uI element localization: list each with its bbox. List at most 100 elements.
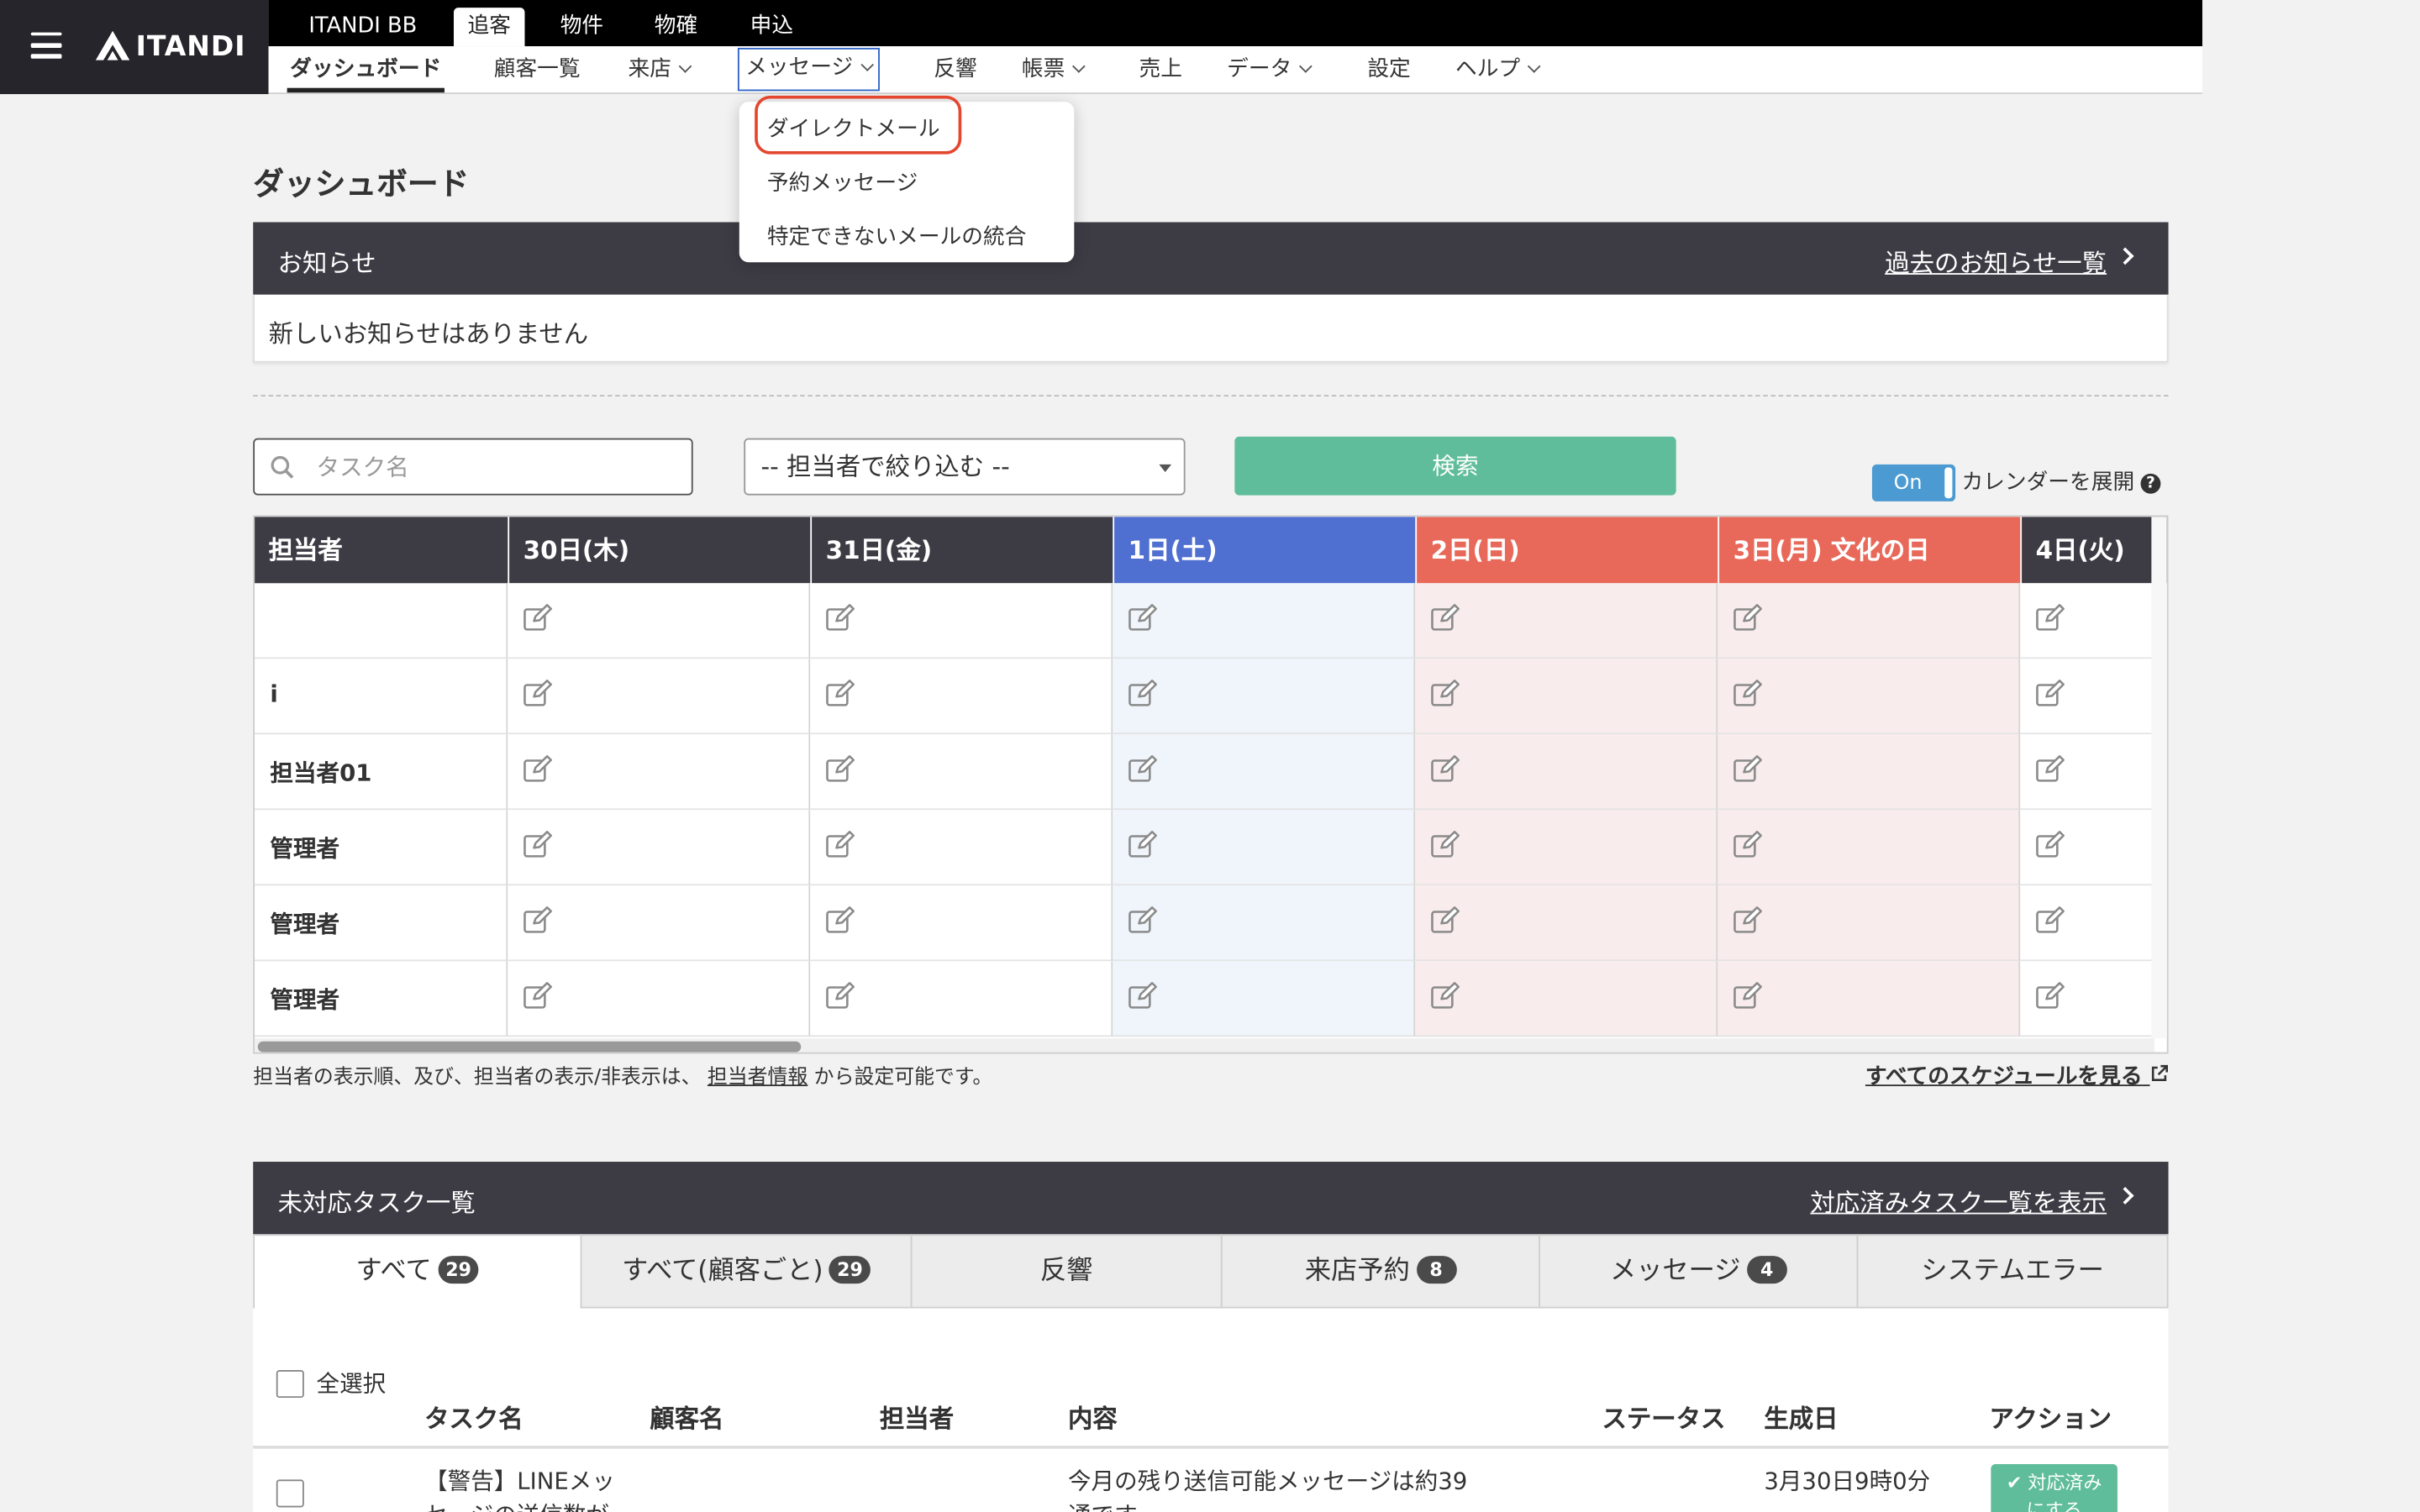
tab-moushikomi[interactable]: 申込 bbox=[736, 8, 807, 46]
select-all-checkbox[interactable] bbox=[276, 1369, 304, 1399]
edit-icon[interactable] bbox=[826, 981, 857, 1015]
edit-icon[interactable] bbox=[1128, 906, 1160, 939]
calendar-cell bbox=[1415, 583, 1718, 659]
edit-icon[interactable] bbox=[1128, 603, 1160, 637]
edit-icon[interactable] bbox=[1431, 981, 1462, 1015]
help-icon[interactable]: ? bbox=[2140, 473, 2161, 494]
chevron-down-icon bbox=[860, 58, 874, 71]
calendar-day-header: 31日(金) bbox=[812, 517, 1113, 584]
nav-help[interactable]: ヘルプ bbox=[1452, 46, 1542, 92]
edit-icon[interactable] bbox=[523, 906, 555, 939]
edit-icon[interactable] bbox=[1128, 754, 1160, 788]
edit-icon[interactable] bbox=[1431, 906, 1462, 939]
nav-response[interactable]: 反響 bbox=[931, 46, 981, 92]
tab-bukken[interactable]: 物件 bbox=[546, 8, 617, 46]
task-name-cell[interactable]: 【警告】LINEメッ セージの送信数が bbox=[424, 1464, 615, 1512]
assignee-select[interactable]: -- 担当者で絞り込む -- bbox=[744, 438, 1186, 496]
edit-icon[interactable] bbox=[1128, 830, 1160, 864]
edit-icon[interactable] bbox=[2036, 754, 2067, 788]
hamburger-menu-icon[interactable] bbox=[30, 32, 62, 59]
edit-icon[interactable] bbox=[1733, 830, 1765, 864]
tab-message[interactable]: メッセージ 4 bbox=[1539, 1234, 1859, 1309]
menu-item-scheduled-message[interactable]: 予約メッセージ bbox=[767, 166, 918, 197]
caret-down-icon bbox=[1159, 464, 1172, 473]
edit-icon[interactable] bbox=[1431, 754, 1462, 788]
edit-icon[interactable] bbox=[1128, 679, 1160, 712]
edit-icon[interactable] bbox=[523, 981, 555, 1015]
calendar-cell bbox=[1415, 885, 1718, 962]
calendar-cell bbox=[2020, 961, 2167, 1037]
calendar-cell bbox=[508, 659, 811, 735]
calendar-cell bbox=[508, 961, 811, 1037]
calendar-expand-label: カレンダーを展開? bbox=[1961, 466, 2161, 497]
menu-item-merge-unidentified-mail[interactable]: 特定できないメールの統合 bbox=[767, 221, 1027, 252]
edit-icon[interactable] bbox=[523, 603, 555, 637]
tab-visit-reservation[interactable]: 来店予約 8 bbox=[1220, 1234, 1541, 1309]
app-root: ITANDI ITANDI BB 追客 物件 物確 申込 ダッシュボード 顧客一… bbox=[0, 0, 2420, 1512]
mark-done-button[interactable]: ✔ 対応済み にする bbox=[1991, 1464, 2118, 1512]
nav-customers[interactable]: 顧客一覧 bbox=[491, 46, 583, 92]
chevron-down-icon bbox=[1299, 60, 1313, 73]
nav-visit[interactable]: 来店 bbox=[625, 46, 693, 92]
tab-response[interactable]: 反響 bbox=[910, 1234, 1223, 1309]
all-schedules-link[interactable]: すべてのスケジュールを見る bbox=[1865, 1060, 2169, 1091]
column-created: 生成日 bbox=[1764, 1404, 1839, 1434]
past-notices-link[interactable]: 過去のお知らせ一覧 bbox=[1885, 242, 2107, 279]
edit-icon[interactable] bbox=[826, 679, 857, 712]
external-link-icon bbox=[2151, 1064, 2169, 1081]
nav-messages[interactable]: メッセージ bbox=[737, 47, 880, 92]
column-customer: 顧客名 bbox=[650, 1404, 724, 1434]
edit-icon[interactable] bbox=[1733, 754, 1765, 788]
assignee-info-link[interactable]: 担当者情報 bbox=[708, 1066, 808, 1089]
tab-all[interactable]: すべて 29 bbox=[253, 1234, 582, 1309]
edit-icon[interactable] bbox=[523, 679, 555, 712]
edit-icon[interactable] bbox=[523, 830, 555, 864]
edit-icon[interactable] bbox=[2036, 981, 2067, 1015]
vertical-scrollbar[interactable] bbox=[2151, 517, 2167, 1039]
calendar-day-header: 3日(月) 文化の日 bbox=[1719, 517, 2021, 584]
calendar-cell bbox=[508, 885, 811, 962]
edit-icon[interactable] bbox=[826, 754, 857, 788]
task-created-cell: 3月30日9時0分 bbox=[1764, 1467, 1931, 1495]
edit-icon[interactable] bbox=[1733, 981, 1765, 1015]
calendar-expand-toggle[interactable]: On bbox=[1871, 464, 1956, 501]
edit-icon[interactable] bbox=[1431, 603, 1462, 637]
task-search-field[interactable] bbox=[253, 438, 693, 496]
column-status: ステータス bbox=[1602, 1404, 1726, 1434]
edit-icon[interactable] bbox=[1733, 679, 1765, 712]
edit-icon[interactable] bbox=[2036, 906, 2067, 939]
task-tabs: すべて 29 すべて(顧客ごと) 29 反響 来店予約 8 メッセージ 4 システムエラ… bbox=[253, 1234, 2169, 1309]
page-title: ダッシュボード bbox=[253, 165, 470, 202]
edit-icon[interactable] bbox=[2036, 679, 2067, 712]
nav-settings[interactable]: 設定 bbox=[1365, 46, 1414, 92]
nav-dashboard[interactable]: ダッシュボード bbox=[287, 46, 445, 93]
calendar-cell bbox=[1415, 810, 1718, 886]
calendar-cell bbox=[1415, 961, 1718, 1037]
itandi-logo[interactable]: ITANDI bbox=[95, 29, 246, 63]
edit-icon[interactable] bbox=[826, 830, 857, 864]
tab-system-error[interactable]: システムエラー bbox=[1856, 1234, 2169, 1309]
nav-sales[interactable]: 売上 bbox=[1136, 46, 1186, 92]
edit-icon[interactable] bbox=[1733, 603, 1765, 637]
row-checkbox[interactable] bbox=[276, 1479, 304, 1508]
calendar-cell bbox=[1415, 734, 1718, 811]
edit-icon[interactable] bbox=[2036, 603, 2067, 637]
edit-icon[interactable] bbox=[2036, 830, 2067, 864]
completed-tasks-link[interactable]: 対応済みタスク一覧を表示 bbox=[1810, 1182, 2107, 1219]
tab-all-by-customer[interactable]: すべて(顧客ごと) 29 bbox=[580, 1234, 913, 1309]
edit-icon[interactable] bbox=[1733, 906, 1765, 939]
edit-icon[interactable] bbox=[826, 603, 857, 637]
nav-data[interactable]: データ bbox=[1224, 46, 1314, 92]
edit-icon[interactable] bbox=[826, 906, 857, 939]
edit-icon[interactable] bbox=[1431, 830, 1462, 864]
nav-forms[interactable]: 帳票 bbox=[1018, 46, 1086, 92]
edit-icon[interactable] bbox=[1128, 981, 1160, 1015]
edit-icon[interactable] bbox=[523, 754, 555, 788]
tab-itandi-bb[interactable]: ITANDI BB bbox=[295, 8, 431, 46]
task-search-input[interactable] bbox=[316, 439, 671, 494]
tab-tsuikyaku[interactable]: 追客 bbox=[453, 8, 525, 47]
tab-bukkaku[interactable]: 物確 bbox=[640, 8, 711, 46]
search-button[interactable]: 検索 bbox=[1234, 436, 1676, 496]
horizontal-scrollbar[interactable] bbox=[255, 1038, 2155, 1053]
edit-icon[interactable] bbox=[1431, 679, 1462, 712]
